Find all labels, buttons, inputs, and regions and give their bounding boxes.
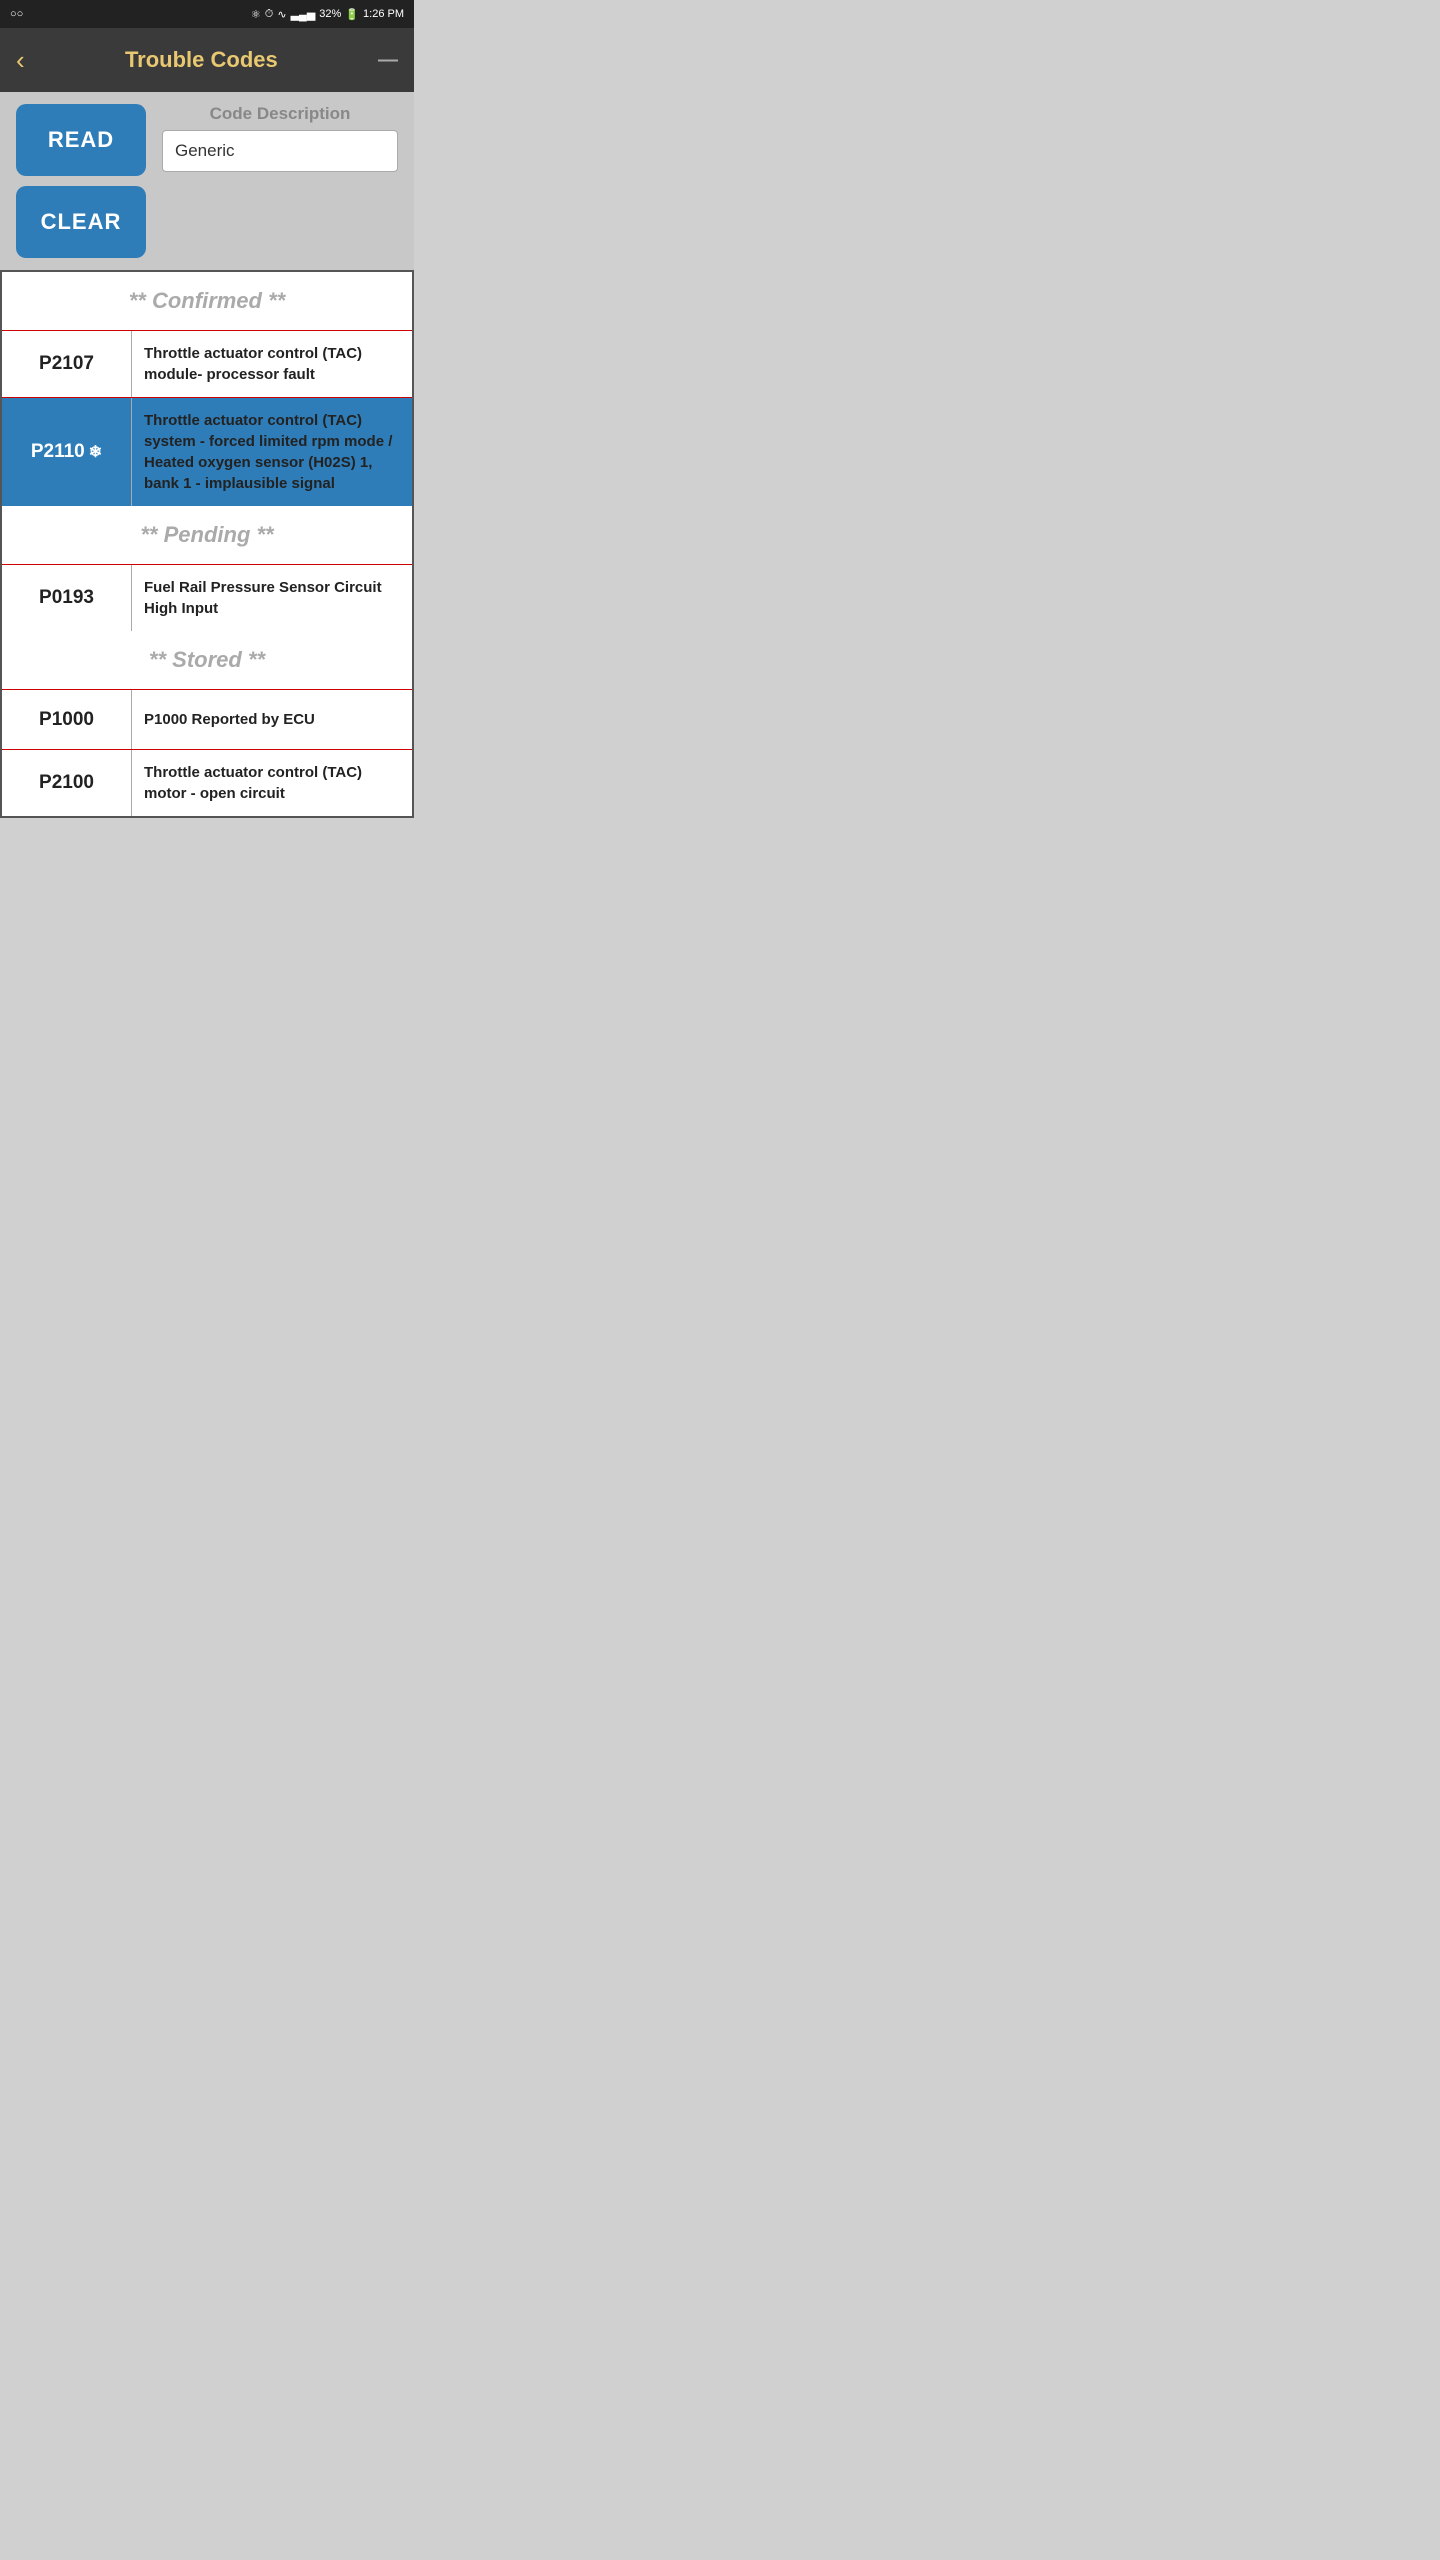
status-left: ○○ (10, 8, 23, 20)
section-header-1: ** Pending ** (2, 506, 412, 564)
read-button[interactable]: READ (16, 104, 146, 176)
code-row[interactable]: P2110 ❄Throttle actuator control (TAC) s… (2, 397, 412, 506)
code-description-label: Code Description (162, 104, 398, 124)
notification-icon: ○○ (10, 8, 23, 20)
menu-button[interactable]: — (378, 49, 398, 72)
code-number: P1000 (2, 690, 132, 749)
back-button[interactable]: ‹ (16, 47, 25, 73)
clear-button[interactable]: CLEAR (16, 186, 146, 258)
battery-icon: 🔋 (345, 8, 359, 21)
battery-level: 32% (319, 8, 341, 20)
code-description-column: Code Description (162, 104, 398, 172)
code-row[interactable]: P0193Fuel Rail Pressure Sensor Circuit H… (2, 564, 412, 631)
trouble-codes-table: ** Confirmed **P2107Throttle actuator co… (0, 270, 414, 818)
action-buttons: READ CLEAR (16, 104, 146, 258)
code-description: Throttle actuator control (TAC) system -… (132, 398, 412, 506)
snowflake-icon: ❄ (89, 442, 102, 462)
code-number: P0193 (2, 565, 132, 631)
wifi-icon: ∿ (277, 8, 286, 21)
code-row[interactable]: P2100Throttle actuator control (TAC) mot… (2, 749, 412, 816)
clock: 1:26 PM (363, 8, 404, 20)
header: ‹ Trouble Codes — (0, 28, 414, 92)
code-number: P2110 ❄ (2, 398, 132, 506)
code-description: P1000 Reported by ECU (132, 690, 412, 749)
controls-area: READ CLEAR Code Description (0, 92, 414, 270)
page-title: Trouble Codes (25, 47, 378, 73)
code-description: Fuel Rail Pressure Sensor Circuit High I… (132, 565, 412, 631)
code-row[interactable]: P1000P1000 Reported by ECU (2, 689, 412, 749)
alarm-icon: ⏱ (265, 8, 274, 21)
status-right: ⚛ ⏱ ∿ ▃▄▅ 32% 🔋 1:26 PM (251, 8, 404, 21)
code-description-input[interactable] (162, 130, 398, 172)
signal-icon: ▃▄▅ (291, 8, 316, 21)
code-number: P2107 (2, 331, 132, 397)
section-header-2: ** Stored ** (2, 631, 412, 689)
code-number: P2100 (2, 750, 132, 816)
section-header-0: ** Confirmed ** (2, 272, 412, 330)
code-row[interactable]: P2107Throttle actuator control (TAC) mod… (2, 330, 412, 397)
bluetooth-icon: ⚛ (251, 8, 261, 21)
status-bar: ○○ ⚛ ⏱ ∿ ▃▄▅ 32% 🔋 1:26 PM (0, 0, 414, 28)
code-description: Throttle actuator control (TAC) module- … (132, 331, 412, 397)
code-description: Throttle actuator control (TAC) motor - … (132, 750, 412, 816)
